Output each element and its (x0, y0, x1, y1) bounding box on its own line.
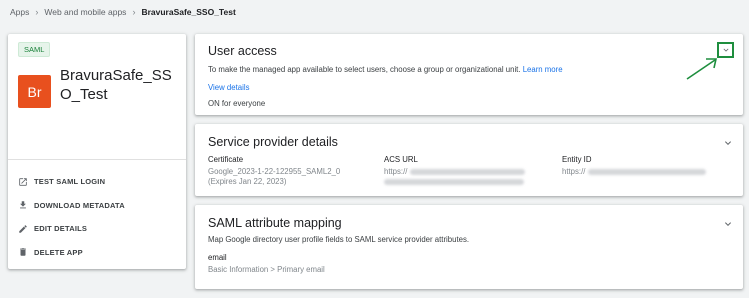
edit-details-label: EDIT DETAILS (34, 224, 88, 234)
entity-id-column: Entity ID https:// (562, 155, 706, 177)
redacted-text (587, 168, 706, 175)
acs-url-column: ACS URL https:// (384, 155, 525, 187)
service-provider-title: Service provider details (208, 135, 338, 149)
redacted-text (409, 168, 525, 175)
delete-app-label: DELETE APP (34, 247, 83, 257)
app-summary-card: SAML Br BravuraSafe_SSO_Test TEST SAML L… (8, 34, 186, 269)
expand-saml-mapping-button[interactable] (722, 217, 734, 229)
download-icon (20, 201, 26, 209)
trash-icon (20, 248, 26, 256)
test-saml-login-label: TEST SAML LOGIN (34, 177, 106, 187)
user-access-description: To make the managed app available to sel… (208, 65, 563, 74)
certificate-value: Google_2023-1-22-122955_SAML2_0 (208, 167, 341, 176)
breadcrumb-web-mobile-apps[interactable]: Web and mobile apps (44, 7, 126, 17)
user-access-card[interactable]: User access To make the managed app avai… (195, 34, 743, 115)
certificate-expiry: (Expires Jan 22, 2023) (208, 177, 287, 186)
entity-id-value: https:// (562, 167, 706, 177)
breadcrumb-current: BravuraSafe_SSO_Test (141, 7, 236, 17)
chevron-down-icon (725, 141, 731, 145)
redacted-text (384, 178, 524, 185)
acs-url-value-cont (384, 177, 525, 187)
acs-url-value: https:// (384, 167, 525, 177)
download-metadata-label: DOWNLOAD METADATA (34, 200, 125, 210)
expand-service-provider-button[interactable] (722, 136, 734, 148)
app-name: BravuraSafe_SSO_Test (60, 67, 172, 103)
saml-mapping-description: Map Google directory user profile fields… (208, 235, 470, 244)
breadcrumb: Apps › Web and mobile apps › BravuraSafe… (10, 7, 236, 17)
chevron-down-icon (723, 48, 728, 52)
test-saml-login-button[interactable]: TEST SAML LOGIN (8, 170, 186, 194)
view-details-link[interactable]: View details (208, 83, 249, 92)
access-status: ON for everyone (208, 99, 266, 108)
saml-badge: SAML (18, 42, 51, 57)
pencil-icon (19, 224, 27, 233)
user-access-description-text: To make the managed app available to sel… (208, 65, 521, 74)
certificate-label: Certificate (208, 155, 244, 164)
saml-attribute-mapping-card[interactable]: SAML attribute mapping Map Google direct… (195, 205, 743, 289)
chevron-right-icon: › (132, 7, 136, 17)
entity-id-label: Entity ID (562, 155, 592, 164)
app-logo: Br (18, 75, 51, 108)
chevron-down-icon (725, 222, 731, 226)
acs-url-prefix: https:// (384, 167, 408, 176)
app-actions: TEST SAML LOGIN DOWNLOAD METADATA EDIT D… (8, 159, 186, 264)
certificate-column: Certificate Google_2023-1-22-122955_SAML… (208, 155, 340, 187)
acs-url-label: ACS URL (384, 155, 418, 164)
attribute-source: Basic Information > Primary email (208, 265, 325, 274)
download-metadata-button[interactable]: DOWNLOAD METADATA (8, 194, 186, 218)
service-provider-card[interactable]: Service provider details Certificate Goo… (195, 124, 743, 196)
chevron-right-icon: › (35, 7, 39, 17)
external-link-icon (19, 178, 27, 186)
edit-details-button[interactable]: EDIT DETAILS (8, 217, 186, 241)
user-access-title: User access (208, 44, 277, 58)
saml-mapping-title: SAML attribute mapping (208, 216, 342, 230)
delete-app-button[interactable]: DELETE APP (8, 241, 186, 265)
breadcrumb-apps[interactable]: Apps (10, 7, 29, 17)
entity-id-prefix: https:// (562, 167, 586, 176)
annotation-arrow-icon (686, 58, 717, 80)
learn-more-link[interactable]: Learn more (523, 65, 563, 74)
attribute-name: email (208, 253, 227, 262)
